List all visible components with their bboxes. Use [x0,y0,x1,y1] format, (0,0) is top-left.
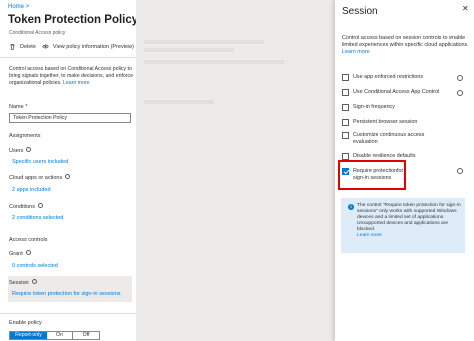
info-message-text: The control "Require token protection fo… [357,203,461,232]
cloud-apps-label: Cloud apps or actions [9,174,71,181]
panel-description-text: Control access based on session controls… [342,35,469,48]
highlight-box [338,160,406,190]
session-link[interactable]: Require token protection for sign-in ses… [12,291,121,297]
divider [0,313,136,314]
policy-form: Home > Token Protection Policy Condition… [0,0,139,341]
grant-link[interactable]: 0 controls selected [12,263,58,269]
faded-content [144,48,234,52]
learn-more-link[interactable]: Learn more [63,80,90,86]
cloud-apps-link[interactable]: 2 apps included [12,187,51,193]
option-continuous-access-evaluation[interactable]: Customize continuous access evaluation [342,132,432,145]
policy-description: Control access based on Conditional Acce… [9,66,133,87]
trash-icon [10,44,15,50]
panel-title: Session [342,6,378,17]
grant-label-text: Grant [9,251,23,257]
modal-overlay [136,0,335,341]
info-icon[interactable] [457,168,463,174]
enable-policy-label: Enable policy [9,320,42,326]
users-link[interactable]: Specific users included [12,159,68,165]
info-icon[interactable] [31,279,37,285]
eye-icon [42,44,49,49]
toggle-report-only[interactable]: Report-only [10,332,47,339]
faded-content [144,100,214,104]
option-persistent-browser-session[interactable]: Persistent browser session [342,119,462,126]
checkbox[interactable] [342,153,349,160]
close-icon[interactable]: ✕ [462,4,469,13]
users-label: Users [9,147,32,154]
option-label: Customize continuous access evaluation [353,132,425,145]
session-label-text: Session [9,280,29,286]
checkbox[interactable] [342,74,349,81]
toggle-on[interactable]: On [47,332,73,339]
info-icon[interactable] [457,75,463,81]
checkbox[interactable] [342,89,349,96]
conditions-label-text: Conditions [9,204,35,210]
option-label: Use Conditional Access App Control [353,89,440,95]
toolbar: Delete View policy information (Preview) [9,43,134,50]
access-controls-heading: Access controls [9,237,48,243]
page-title: Token Protection Policy [8,14,139,26]
info-icon[interactable] [26,147,32,153]
name-label: Name * [9,104,28,110]
info-icon[interactable] [457,90,463,96]
session-label: Session [9,279,37,286]
faded-content [144,60,284,64]
name-input[interactable]: Token Protection Policy [9,113,131,123]
option-label: Use app enforced restrictions [353,74,424,80]
checkbox[interactable] [342,132,349,139]
delete-button[interactable]: Delete [9,43,36,50]
info-message-bar: i The control "Require token protection … [341,198,465,253]
view-policy-info-label: View policy information (Preview) [52,43,134,50]
users-label-text: Users [9,148,24,154]
checkbox[interactable] [342,119,349,126]
assignments-heading: Assignments [9,133,41,139]
toggle-off[interactable]: Off [73,332,99,339]
option-label: Disable resilience defaults [353,153,416,159]
checkbox[interactable] [342,104,349,111]
info-icon[interactable] [38,203,43,209]
breadcrumb[interactable]: Home > [8,4,29,10]
panel-description: Control access based on session controls… [342,35,470,56]
option-label: Sign-in frequency [353,104,395,110]
conditions-label: Conditions [9,203,43,210]
faded-content [144,40,264,44]
grant-label: Grant [9,250,31,257]
panel-learn-more-link[interactable]: Learn more [342,49,370,55]
option-label: Persistent browser session [353,119,418,125]
enable-policy-toggle[interactable]: Report-only On Off [9,331,100,340]
delete-label: Delete [20,43,36,50]
conditions-link[interactable]: 2 conditions selected [12,215,63,221]
info-icon[interactable] [25,250,31,256]
info-icon[interactable] [65,174,71,180]
divider [0,57,136,58]
info-learn-more-link[interactable]: Learn more [357,233,461,239]
info-icon: i [348,204,354,210]
info-message: The control "Require token protection fo… [357,203,461,239]
option-disable-resilience-defaults[interactable]: Disable resilience defaults [342,153,462,160]
option-app-enforced-restrictions[interactable]: Use app enforced restrictions [342,74,462,81]
option-sign-in-frequency[interactable]: Sign-in frequency [342,104,462,111]
cloud-apps-label-text: Cloud apps or actions [9,175,63,181]
page-subtitle: Conditional Access policy [9,30,66,36]
view-policy-info-button[interactable]: View policy information (Preview) [42,43,134,50]
option-app-control[interactable]: Use Conditional Access App Control [342,89,462,96]
